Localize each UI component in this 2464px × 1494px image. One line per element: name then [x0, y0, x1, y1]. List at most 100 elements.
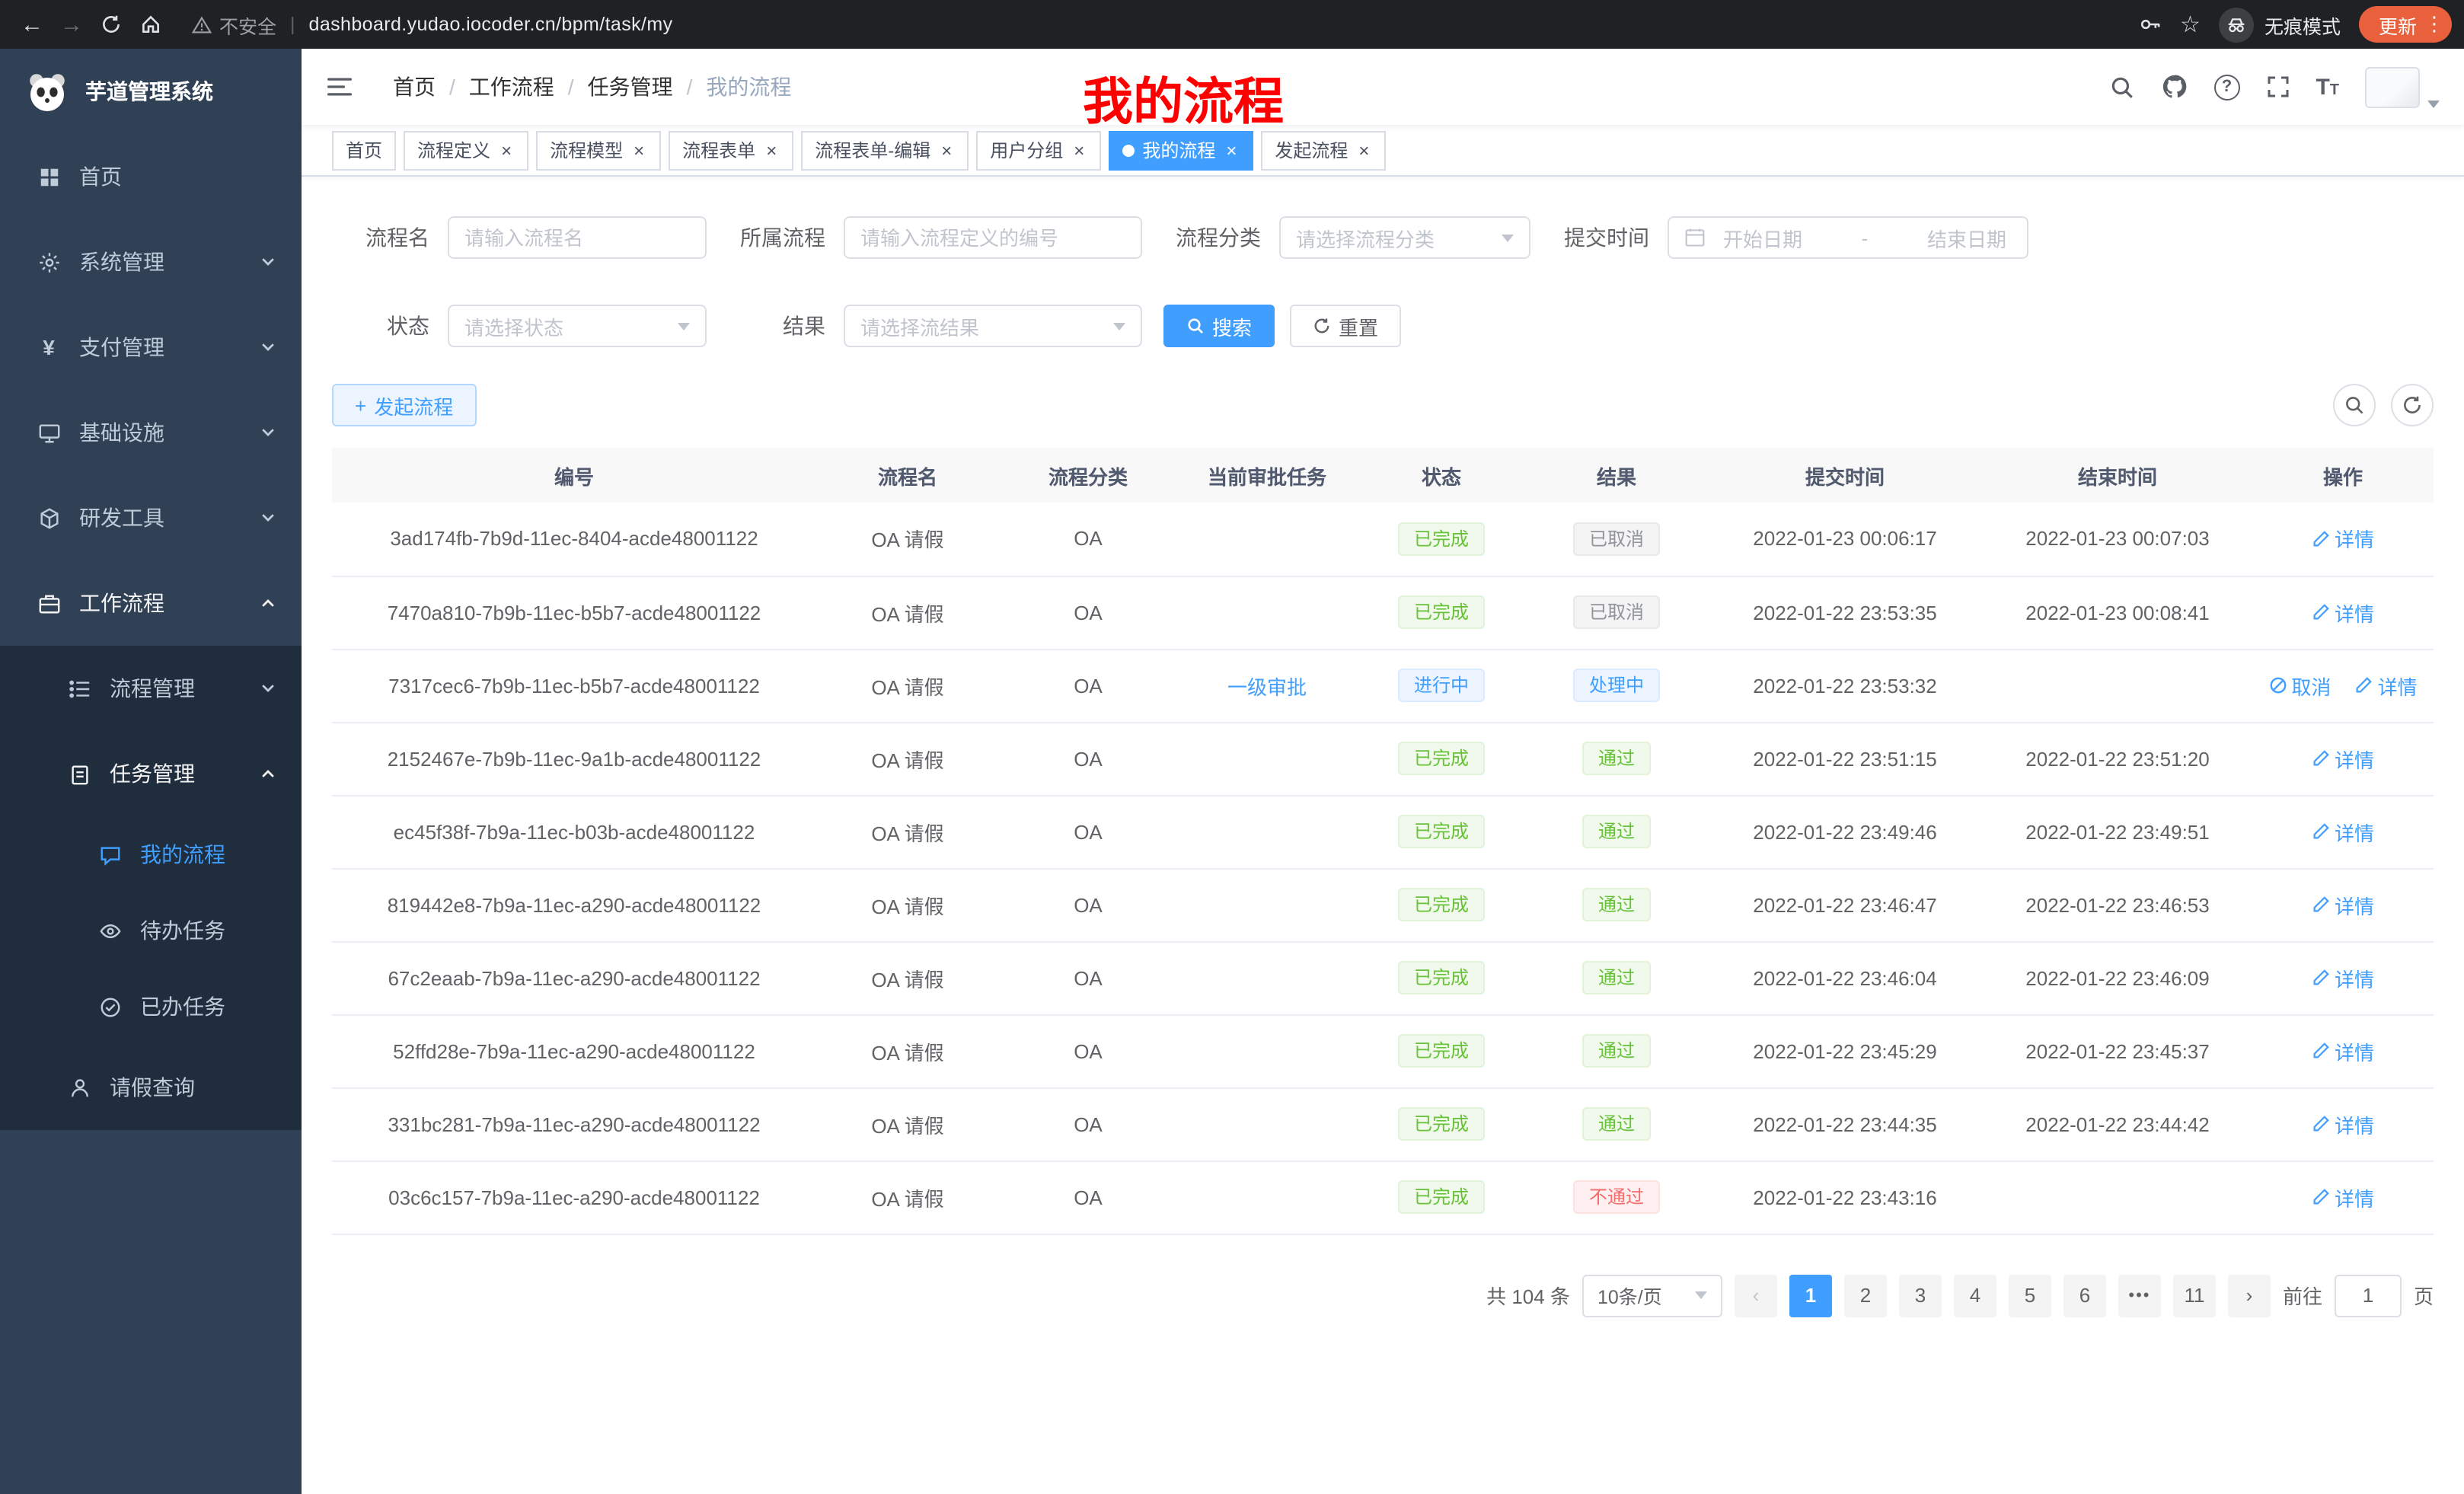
sidebar-item-done-tasks[interactable]: 已办任务 [0, 969, 302, 1045]
close-icon[interactable]: × [498, 139, 515, 161]
app-logo[interactable]: 芋道管理系统 [0, 49, 302, 134]
cell-current-task [1177, 868, 1357, 941]
detail-link[interactable]: 详情 [2312, 817, 2374, 846]
cell-current-task [1177, 1014, 1357, 1087]
more-pages-button[interactable]: ••• [2118, 1274, 2161, 1317]
security-warning[interactable]: 不安全 [192, 10, 276, 39]
cell-status: 进行中 [1357, 649, 1526, 722]
detail-link[interactable]: 详情 [2312, 744, 2374, 773]
url-text[interactable]: dashboard.yudao.iocoder.cn/bpm/task/my [309, 14, 673, 35]
detail-link[interactable]: 详情 [2312, 1183, 2374, 1211]
browser-back-icon[interactable]: ← [12, 5, 52, 44]
cell-process-id: 7317cec6-7b9b-11ec-b5b7-acde48001122 [332, 649, 816, 722]
edit-icon [2312, 1115, 2330, 1133]
page-button-11[interactable]: 11 [2173, 1274, 2216, 1317]
sidebar-item-workflow[interactable]: 工作流程 [0, 560, 302, 646]
browser-home-icon[interactable] [131, 5, 171, 44]
goto-page-input[interactable] [2335, 1274, 2402, 1317]
sidebar-item-my-processes[interactable]: 我的流程 [0, 816, 302, 892]
sidebar-item-home[interactable]: 首页 [0, 134, 302, 219]
close-icon[interactable]: × [763, 139, 780, 161]
page-button-3[interactable]: 3 [1899, 1274, 1942, 1317]
cancel-link[interactable]: 取消 [2268, 671, 2331, 700]
browser-reload-icon[interactable] [91, 5, 131, 44]
page-button-2[interactable]: 2 [1844, 1274, 1887, 1317]
detail-link[interactable]: 详情 [2312, 525, 2374, 554]
tab-my-processes[interactable]: 我的流程× [1109, 130, 1253, 170]
initiate-process-button[interactable]: + 发起流程 [332, 384, 476, 426]
search-icon[interactable] [2108, 74, 2134, 100]
search-button[interactable]: 搜索 [1163, 305, 1275, 347]
tab-home[interactable]: 首页 [332, 130, 396, 170]
cell-result: 处理中 [1526, 649, 1707, 722]
tab-process-definition[interactable]: 流程定义× [404, 130, 528, 170]
category-select[interactable]: 请选择流程分类 [1279, 216, 1530, 259]
page-button-5[interactable]: 5 [2009, 1274, 2051, 1317]
sidebar-item-payment[interactable]: ¥ 支付管理 [0, 305, 302, 390]
process-name-input[interactable] [448, 216, 707, 259]
start-date-placeholder[interactable]: 开始日期 [1718, 223, 1808, 252]
tab-process-model[interactable]: 流程模型× [536, 130, 661, 170]
tab-process-form[interactable]: 流程表单× [669, 130, 793, 170]
cell-process-name: OA 请假 [816, 576, 999, 649]
tab-initiate-process[interactable]: 发起流程× [1261, 130, 1386, 170]
page-button-1[interactable]: 1 [1789, 1274, 1832, 1317]
user-menu[interactable] [2365, 66, 2440, 107]
cell-category: OA [999, 503, 1177, 576]
page-button-6[interactable]: 6 [2063, 1274, 2106, 1317]
address-bar[interactable]: 不安全 | dashboard.yudao.iocoder.cn/bpm/tas… [192, 10, 2137, 39]
browser-update-button[interactable]: 更新 ⋮ [2359, 6, 2452, 43]
breadcrumb-home[interactable]: 首页 [393, 72, 436, 102]
hamburger-icon[interactable] [326, 73, 353, 101]
breadcrumb-workflow[interactable]: 工作流程 [469, 72, 554, 102]
browser-menu-icon[interactable]: ⋮ [2424, 12, 2443, 37]
next-page-button[interactable]: › [2228, 1274, 2271, 1317]
close-icon[interactable]: × [938, 139, 955, 161]
detail-link[interactable]: 详情 [2312, 963, 2374, 992]
avatar[interactable] [2365, 66, 2420, 107]
close-icon[interactable]: × [630, 139, 647, 161]
toggle-search-button[interactable] [2333, 384, 2376, 426]
submit-time-range[interactable]: 开始日期 - 结束日期 [1668, 216, 2028, 259]
github-icon[interactable] [2160, 73, 2188, 101]
page-button-4[interactable]: 4 [1954, 1274, 1996, 1317]
prev-page-button[interactable]: ‹ [1735, 1274, 1777, 1317]
help-icon[interactable]: ? [2213, 74, 2239, 100]
close-icon[interactable]: × [1071, 139, 1087, 161]
sidebar-item-devtools[interactable]: 研发工具 [0, 475, 302, 560]
current-task-link[interactable]: 一级审批 [1177, 649, 1357, 722]
cell-current-task [1177, 722, 1357, 795]
end-date-placeholder[interactable]: 结束日期 [1922, 223, 2012, 252]
detail-link[interactable]: 详情 [2312, 1109, 2374, 1138]
sidebar-item-leave-query[interactable]: 请假查询 [0, 1045, 302, 1130]
status-select[interactable]: 请选择状态 [448, 305, 707, 347]
browser-forward-icon[interactable]: → [52, 5, 91, 44]
font-size-icon[interactable]: TT [2316, 74, 2339, 100]
refresh-table-button[interactable] [2391, 384, 2434, 426]
caret-down-icon [2427, 100, 2440, 107]
table-row: 3ad174fb-7b9d-11ec-8404-acde48001122 OA … [332, 503, 2434, 576]
detail-link[interactable]: 详情 [2312, 890, 2374, 919]
sidebar-item-system[interactable]: 系统管理 [0, 219, 302, 305]
page-size-select[interactable]: 10条/页 [1582, 1274, 1722, 1317]
result-select[interactable]: 请选择流结果 [844, 305, 1142, 347]
sidebar-item-process-management[interactable]: 流程管理 [0, 646, 302, 731]
fullscreen-icon[interactable] [2265, 75, 2290, 99]
incognito-indicator: 无痕模式 [2219, 7, 2341, 42]
close-icon[interactable]: × [1355, 139, 1372, 161]
tab-user-group[interactable]: 用户分组× [976, 130, 1101, 170]
breadcrumb-task-management[interactable]: 任务管理 [588, 72, 673, 102]
detail-link[interactable]: 详情 [2355, 671, 2418, 700]
detail-link[interactable]: 详情 [2312, 598, 2374, 627]
password-key-icon[interactable] [2137, 12, 2162, 37]
close-icon[interactable]: × [1223, 139, 1240, 161]
edit-icon [2312, 1188, 2330, 1206]
bookmark-star-icon[interactable]: ☆ [2180, 11, 2201, 38]
sidebar-item-infrastructure[interactable]: 基础设施 [0, 390, 302, 475]
process-def-input[interactable] [844, 216, 1142, 259]
tab-process-form-edit[interactable]: 流程表单-编辑× [801, 130, 969, 170]
reset-button[interactable]: 重置 [1290, 305, 1401, 347]
sidebar-item-task-management[interactable]: 任务管理 [0, 731, 302, 816]
detail-link[interactable]: 详情 [2312, 1036, 2374, 1065]
sidebar-item-todo-tasks[interactable]: 待办任务 [0, 892, 302, 969]
